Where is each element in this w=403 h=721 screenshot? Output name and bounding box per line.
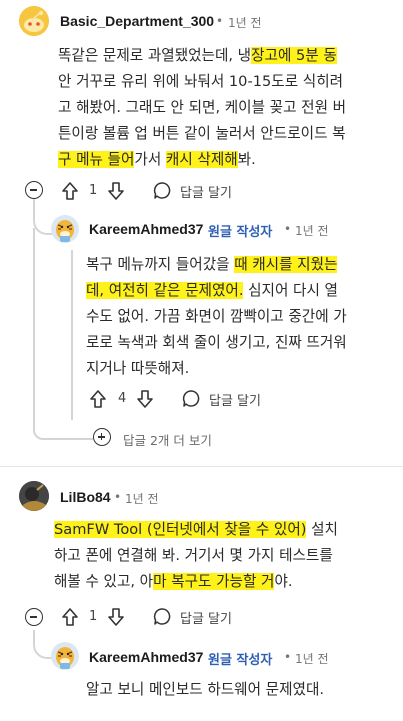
comment-line: 하고 폰에 연결해 봐. 거기서 몇 가지 테스트를 [54,543,398,569]
comment-line: 알고 보니 메인보드 하드웨어 문제였대. [86,677,398,703]
tiger-avatar-icon [51,642,79,670]
comment-time: 1년 전 [295,224,329,238]
dot-separator: • [284,650,292,664]
user-avatar-icon [19,481,49,511]
collapse-button[interactable] [25,181,43,199]
highlighted-text: 데, 여전히 같은 문제였어. [86,282,244,299]
thread-connector [33,205,53,235]
comment-text: 로로 녹색과 회색 줄이 생기고, 진짜 뜨거워 [86,334,347,351]
comment-text: 복구 메뉴까지 들어갔을 [86,256,235,273]
comment-body: 똑같은 문제로 과열됐었는데, 냉장고에 5분 동안 거꾸로 유리 위에 놔둬서… [58,43,398,173]
comment-line: 수도 없어. 가끔 화면이 깜빡이고 중간에 가 [86,304,398,330]
comment-text: 알고 보니 메인보드 하드웨어 문제였대. [86,681,325,698]
reply-label: 답글 달기 [180,612,232,627]
avatar[interactable] [19,6,49,36]
comment-text: 봐. [237,151,256,168]
comment-time: 1년 전 [125,492,159,506]
speech-bubble-icon [153,608,171,625]
highlighted-text: 때 캐시를 지웠는 [234,256,338,273]
highlighted-text: 장고에 5분 동 [251,47,337,64]
comment-text: 가서 [134,151,166,168]
reply-button[interactable]: 답글 달기 [182,388,272,410]
op-badge: 원글 작성자 [208,225,273,240]
minus-icon [30,189,37,191]
comment-line: 데, 여전히 같은 문제였어. 심지어 다시 열 [86,278,398,304]
reply-label: 답글 달기 [209,394,261,409]
comment-line: 안 거꾸로 유리 위에 놔둬서 10-15도로 식히려 [58,69,398,95]
comment-line: 해볼 수 있고, 아마 복구도 가능할 거야. [54,569,398,595]
comment-text: 하고 폰에 연결해 봐. 거기서 몇 가지 테스트를 [54,547,333,564]
upvote-icon[interactable] [61,607,79,627]
plus-circle-icon [93,428,111,446]
tiger-avatar-icon [51,215,79,243]
comment-line: 구 메뉴 들어가서 캐시 삭제해봐. [58,147,398,173]
comment-time: 1년 전 [295,652,329,666]
dot-separator: • [216,14,224,28]
upvote-icon[interactable] [89,389,107,409]
avatar[interactable] [51,642,79,670]
thread-connector [33,630,53,659]
speech-bubble-icon [153,182,171,199]
highlighted-text: 마 복구도 가능할 거 [153,573,275,590]
comment-text: 해볼 수 있고, 아 [54,573,154,590]
comment-body: 알고 보니 메인보드 하드웨어 문제였대. [86,677,398,703]
vote-count: 1 [89,609,98,624]
comment-text: 지거나 따뜻해져. [86,360,190,377]
comment-line: 복구 메뉴까지 들어갔을 때 캐시를 지웠는 [86,252,398,278]
comment-line: 지거나 따뜻해져. [86,356,398,382]
username[interactable]: KareemAhmed37 [89,221,203,237]
comment-body: SamFW Tool (인터넷에서 찾을 수 있어) 설치하고 폰에 연결해 봐… [54,517,398,595]
reply-button[interactable]: 답글 달기 [153,606,243,628]
username[interactable]: KareemAhmed37 [89,649,203,665]
comment-text: 심지어 다시 열 [243,282,338,299]
comment-text: 야. [274,573,293,590]
highlighted-text: 구 메뉴 들어 [58,151,135,168]
comment-line: SamFW Tool (인터넷에서 찾을 수 있어) 설치 [54,517,398,543]
snoo-avatar-icon [19,6,49,36]
thread-connector [33,228,35,428]
comment-text: 설치 [306,521,338,538]
minus-icon [30,616,37,618]
comment-text: 똑같은 문제로 과열됐었는데, 냉 [58,47,252,64]
username[interactable]: LilBo84 [60,489,111,505]
downvote-icon[interactable] [107,607,125,627]
downvote-icon[interactable] [107,181,125,201]
avatar[interactable] [19,481,49,511]
more-replies-button[interactable]: 답글 2개 더 보기 [93,428,243,448]
avatar[interactable] [51,215,79,243]
reply-button[interactable]: 답글 달기 [153,180,243,202]
more-replies-label: 답글 2개 더 보기 [123,433,212,448]
vote-count: 4 [118,391,127,406]
comment-text: 고 해봤어. 그래도 안 되면, 케이블 꽂고 전원 버 [58,99,347,116]
vote-count: 1 [89,183,98,198]
reply-label: 답글 달기 [180,186,232,201]
highlighted-text: 캐시 삭제해 [165,151,238,168]
dot-separator: • [114,490,122,504]
comment-body: 복구 메뉴까지 들어갔을 때 캐시를 지웠는 데, 여전히 같은 문제였어. 심지… [86,252,398,382]
comment-line: 튼이랑 볼륨 업 버튼 같이 눌러서 안드로이드 복 [58,121,398,147]
thread-line [71,250,73,420]
highlighted-text: SamFW Tool (인터넷에서 찾을 수 있어) [54,521,307,538]
comment-line: 로로 녹색과 회색 줄이 생기고, 진짜 뜨거워 [86,330,398,356]
collapse-button[interactable] [25,608,43,626]
downvote-icon[interactable] [136,389,154,409]
comment-time: 1년 전 [228,16,262,30]
username[interactable]: Basic_Department_300 [60,13,214,29]
comment-line: 똑같은 문제로 과열됐었는데, 냉장고에 5분 동 [58,43,398,69]
divider [0,466,403,467]
comment-line: 고 해봤어. 그래도 안 되면, 케이블 꽂고 전원 버 [58,95,398,121]
comment-text: 튼이랑 볼륨 업 버튼 같이 눌러서 안드로이드 복 [58,125,346,142]
thread-connector [33,428,93,440]
speech-bubble-icon [182,390,200,407]
comment-text: 안 거꾸로 유리 위에 놔둬서 10-15도로 식히려 [58,73,344,90]
upvote-icon[interactable] [61,181,79,201]
comment-text: 수도 없어. 가끔 화면이 깜빡이고 중간에 가 [86,308,347,325]
dot-separator: • [284,222,292,236]
op-badge: 원글 작성자 [208,653,273,668]
